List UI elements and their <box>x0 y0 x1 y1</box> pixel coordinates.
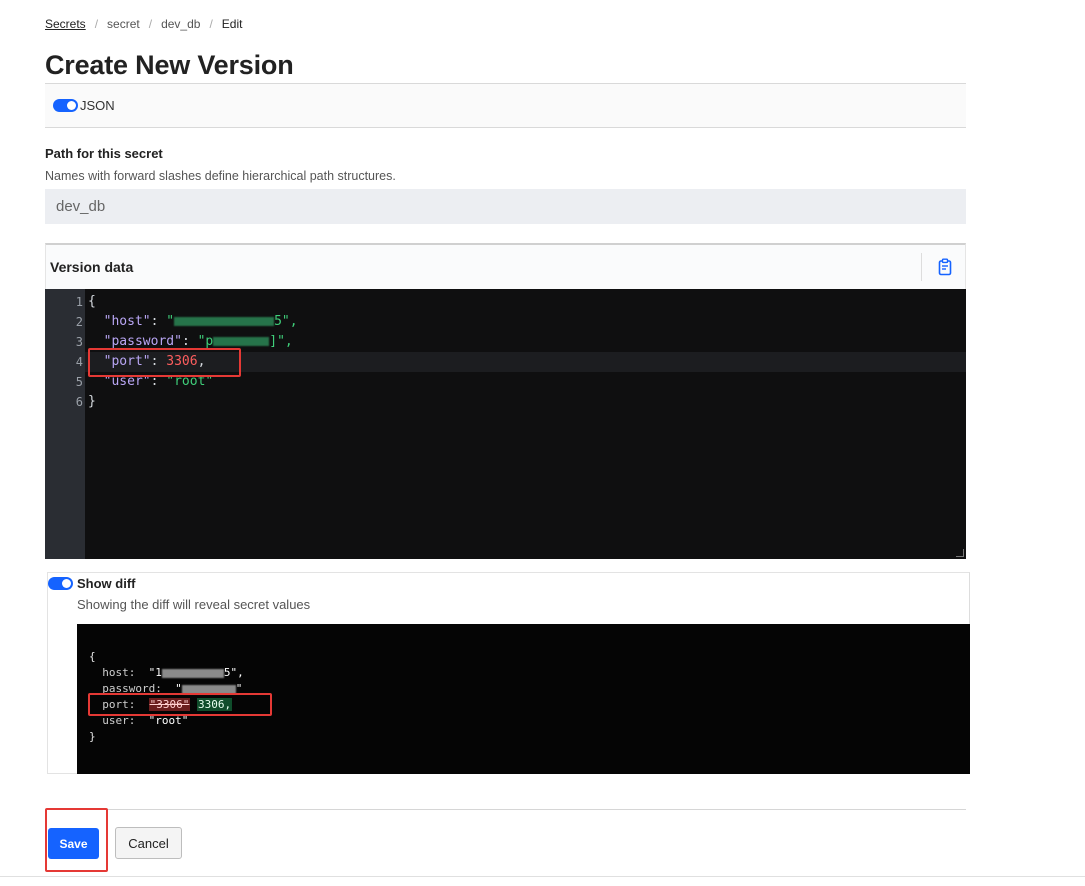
line-number: 4 <box>75 355 83 369</box>
show-diff-title: Show diff <box>77 576 136 591</box>
diff-line: { <box>89 650 96 663</box>
diff-added-value: 3306, <box>197 698 233 711</box>
version-data-header: Version data <box>45 243 966 289</box>
redacted-password <box>213 337 270 346</box>
breadcrumb-current: Edit <box>221 17 243 31</box>
breadcrumb-secrets-link[interactable]: Secrets <box>45 17 86 31</box>
path-label: Path for this secret <box>45 146 163 161</box>
diff-line: port: "3306" 3306, <box>102 698 233 711</box>
cancel-button[interactable]: Cancel <box>115 827 182 859</box>
show-diff-card: Show diff Showing the diff will reveal s… <box>47 572 970 774</box>
show-diff-toggle[interactable] <box>48 577 73 590</box>
breadcrumb-secret-link[interactable]: secret <box>107 17 140 31</box>
diff-line: user: "root" <box>102 714 189 727</box>
redacted-host <box>174 317 275 326</box>
code-line: { <box>88 294 96 309</box>
code-line: "user": "root" <box>103 374 214 389</box>
code-line: "port": 3306, <box>103 354 206 369</box>
breadcrumb-separator: / <box>148 17 153 31</box>
diff-output: { host: "1 5", password: " " port: "3306" … <box>77 624 970 774</box>
line-number: 3 <box>75 335 83 349</box>
path-input-value: dev_db <box>56 198 106 215</box>
version-data-title: Version data <box>50 259 134 275</box>
json-toggle[interactable] <box>53 99 78 112</box>
json-toggle-bar: JSON <box>45 83 966 128</box>
line-number: 6 <box>75 395 83 409</box>
line-number: 2 <box>75 315 83 329</box>
code-line: "password": "p]", <box>103 334 293 349</box>
breadcrumb-separator: / <box>209 17 213 31</box>
page-title: Create New Version <box>45 50 294 80</box>
path-input[interactable]: dev_db <box>45 189 966 224</box>
clipboard-icon[interactable] <box>937 258 953 276</box>
breadcrumb: Secrets / secret / dev_db / Edit <box>45 17 242 31</box>
footer-divider <box>45 809 966 810</box>
diff-line: host: "1 5", <box>102 666 244 679</box>
breadcrumb-separator: / <box>94 17 99 31</box>
save-button[interactable]: Save <box>48 828 99 859</box>
diff-line: password: " " <box>102 682 243 695</box>
redacted-password <box>181 684 236 694</box>
page-bottom-divider <box>0 876 1085 877</box>
code-line: } <box>88 394 96 409</box>
code-line: "host": " 5", <box>103 314 298 329</box>
breadcrumb-dev-db-link[interactable]: dev_db <box>161 17 200 31</box>
diff-removed-value: "3306" <box>148 698 191 711</box>
json-editor[interactable]: 1 2 3 4 5 6 { "host": " 5", "password": "… <box>45 289 966 559</box>
resize-handle[interactable] <box>956 549 964 557</box>
line-number-gutter: 1 2 3 4 5 6 <box>45 289 85 559</box>
json-toggle-label: JSON <box>80 98 115 113</box>
path-help-text: Names with forward slashes define hierar… <box>45 169 396 183</box>
line-number: 1 <box>75 295 83 309</box>
header-divider <box>921 253 922 281</box>
active-line-highlight <box>85 352 966 372</box>
show-diff-help-text: Showing the diff will reveal secret valu… <box>77 597 311 612</box>
redacted-host <box>161 668 224 678</box>
line-number: 5 <box>75 375 83 389</box>
diff-line: } <box>89 730 96 743</box>
